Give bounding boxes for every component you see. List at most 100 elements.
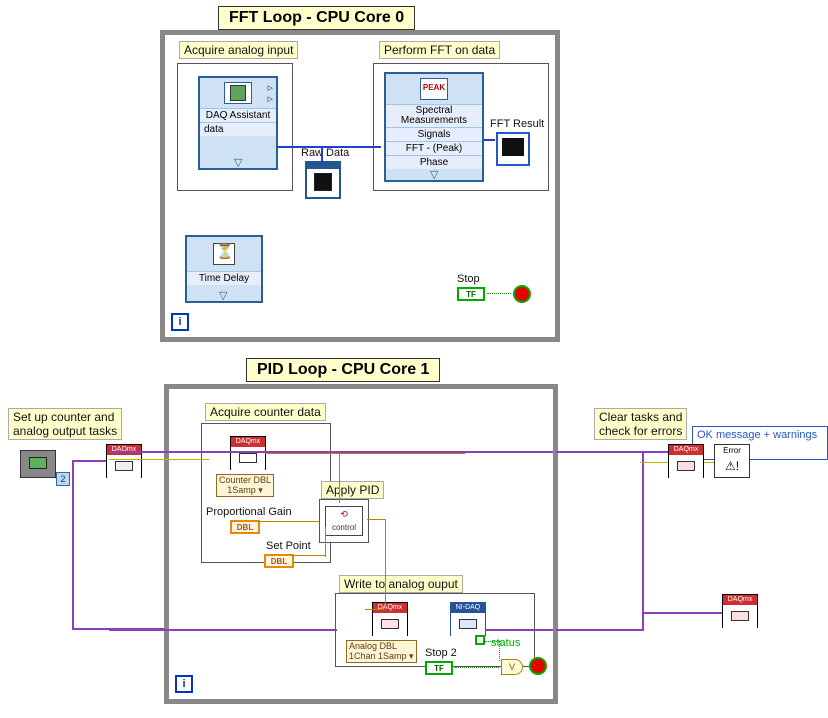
daq-assistant-icon xyxy=(224,82,252,104)
chevron-down-icon[interactable]: ▽ xyxy=(219,289,227,302)
hw-icon xyxy=(29,457,47,469)
daqmx-start-task[interactable]: DAQmx xyxy=(106,444,142,478)
wire-bend xyxy=(339,453,340,503)
dotted-bool-wire xyxy=(487,293,511,294)
apply-pid-frame: ⟲ control xyxy=(319,499,369,543)
or-gate: V xyxy=(501,659,523,675)
wire-magenta-top xyxy=(109,451,553,453)
eraser-icon xyxy=(677,461,695,471)
stop-tf-control[interactable]: TF xyxy=(457,287,485,301)
iteration-terminal-2: i xyxy=(175,675,193,693)
proportional-gain-label: Proportional Gain xyxy=(206,506,292,518)
chevron-down-icon[interactable]: ▽ xyxy=(430,168,438,181)
daq-assistant-vi[interactable]: DAQ Assistant data ▽ ▹ ▹ xyxy=(198,76,278,170)
spectral-icon: PEAK xyxy=(420,78,448,100)
hourglass-icon xyxy=(213,243,235,265)
daqmx-clear-task[interactable]: DAQmx xyxy=(668,444,704,478)
wire-yellow-in xyxy=(109,459,209,460)
write-poly-selector[interactable]: Analog DBL 1Chan 1Samp xyxy=(346,640,417,663)
pid-vi[interactable]: ⟲ control xyxy=(325,506,363,536)
wire-magenta-to-clear2 xyxy=(642,612,722,614)
loop-stop-button[interactable] xyxy=(513,285,531,303)
daqmx-band: DAQmx xyxy=(723,595,757,605)
write-analog-label: Write to analog ouput xyxy=(339,575,463,593)
error-handler-vi[interactable]: Error ⚠! xyxy=(714,444,750,478)
wire-yellow-to-error xyxy=(704,462,714,463)
wire-magenta-left-top xyxy=(72,460,106,462)
perform-frame: PEAK SpectralMeasurements Signals FFT - … xyxy=(373,63,549,191)
error-mode-dropdown[interactable]: OK message + warnings xyxy=(692,426,828,460)
raw-data-label: Raw Data xyxy=(301,147,349,159)
error-icon: ⚠! xyxy=(715,457,749,473)
wire-sp-bend xyxy=(325,527,326,557)
daqmx-read-vi[interactable]: DAQmx xyxy=(230,436,266,470)
wire-magenta-bottom-right xyxy=(485,629,553,631)
read-poly-selector[interactable]: Counter DBL 1Samp xyxy=(216,474,274,497)
stop2-tf-control[interactable]: TF xyxy=(425,661,453,675)
daqmx-write-vi[interactable]: DAQmx xyxy=(372,602,408,636)
wire-daq-branch-down xyxy=(321,146,323,164)
time-delay-label: Time Delay xyxy=(187,271,261,285)
chevron-right-icon-2[interactable]: ▹ xyxy=(267,92,273,105)
wire-magenta-left-v xyxy=(72,460,74,630)
fft-result-indicator[interactable] xyxy=(496,132,530,166)
daqmx-band: DAQmx xyxy=(231,437,265,447)
wire-daq-to-spectral xyxy=(277,146,381,148)
wire-pid-to-write-v xyxy=(385,519,386,609)
daqmx-clear-task-2[interactable]: DAQmx xyxy=(722,594,758,628)
acquire-counter-frame: DAQmx Counter DBL 1Samp Proportional Gai… xyxy=(201,423,331,563)
dotted-bool-wire-2 xyxy=(455,667,499,668)
signal-icon xyxy=(115,461,133,471)
set-point-control[interactable]: DBL xyxy=(264,554,294,568)
chevron-down-icon[interactable]: ▽ xyxy=(234,156,242,169)
iteration-terminal: i xyxy=(171,313,189,331)
status-unbundle-icon xyxy=(475,635,485,645)
acquire-counter-label: Acquire counter data xyxy=(205,403,326,421)
wire-fftpeak-out xyxy=(483,139,495,141)
stop-label: Stop xyxy=(457,273,480,285)
setup-tasks-label: Set up counter and analog output tasks xyxy=(8,408,122,440)
gear-icon xyxy=(459,619,477,629)
error-title: Error xyxy=(715,445,749,457)
daqmx-band: DAQmx xyxy=(669,445,703,455)
loop-stop-button-2[interactable] xyxy=(529,657,547,675)
wire-gain-to-pid xyxy=(257,521,319,522)
spectral-fft-row: FFT - (Peak) xyxy=(386,141,482,155)
wire-yellow-to-clear xyxy=(640,462,668,463)
wire-magenta-out-bottom xyxy=(556,629,644,631)
wire-pid-out-h xyxy=(367,519,385,520)
daq-data-out: data xyxy=(200,122,276,136)
pencil-icon xyxy=(381,619,399,629)
nidaq-helper-vi[interactable]: NI-DAQ xyxy=(450,602,486,636)
wire-counter-to-pid xyxy=(265,453,465,454)
time-delay-vi[interactable]: Time Delay ▽ xyxy=(185,235,263,303)
fft-result-label: FFT Result xyxy=(490,118,544,130)
eraser-icon xyxy=(731,611,749,621)
pid-icon: ⟲ xyxy=(326,507,362,521)
wire-sp-to-pid xyxy=(291,555,325,556)
wire-magenta-left-bottom xyxy=(72,628,164,630)
apply-pid-label: Apply PID xyxy=(321,481,384,499)
nidaq-band: NI-DAQ xyxy=(451,603,485,613)
pid-text: control xyxy=(326,521,362,535)
daqmx-band: DAQmx xyxy=(107,445,141,455)
spectral-signals-row: Signals xyxy=(386,127,482,141)
wire-pid-to-write-h xyxy=(365,609,385,610)
dotted-status-wire-v xyxy=(499,641,500,661)
const-2[interactable]: 2 xyxy=(56,472,70,486)
pid-loop-title: PID Loop - CPU Core 1 xyxy=(246,358,440,382)
spectral-name: SpectralMeasurements xyxy=(386,104,482,127)
spectral-measurements-vi[interactable]: PEAK SpectralMeasurements Signals FFT - … xyxy=(384,72,484,182)
daqmx-band: DAQmx xyxy=(373,603,407,613)
raw-data-indicator[interactable] xyxy=(305,161,341,199)
status-label: status xyxy=(491,637,520,649)
glasses-icon xyxy=(239,453,257,463)
stop2-label: Stop 2 xyxy=(425,647,457,659)
acquire-analog-label: Acquire analog input xyxy=(179,41,298,59)
waveform-icon xyxy=(314,173,332,191)
task-setup-icon[interactable] xyxy=(20,450,56,478)
wire-magenta-out-v xyxy=(642,451,644,631)
set-point-label: Set Point xyxy=(266,540,311,552)
spectral-phase-row: Phase xyxy=(386,155,482,169)
proportional-gain-control[interactable]: DBL xyxy=(230,520,260,534)
